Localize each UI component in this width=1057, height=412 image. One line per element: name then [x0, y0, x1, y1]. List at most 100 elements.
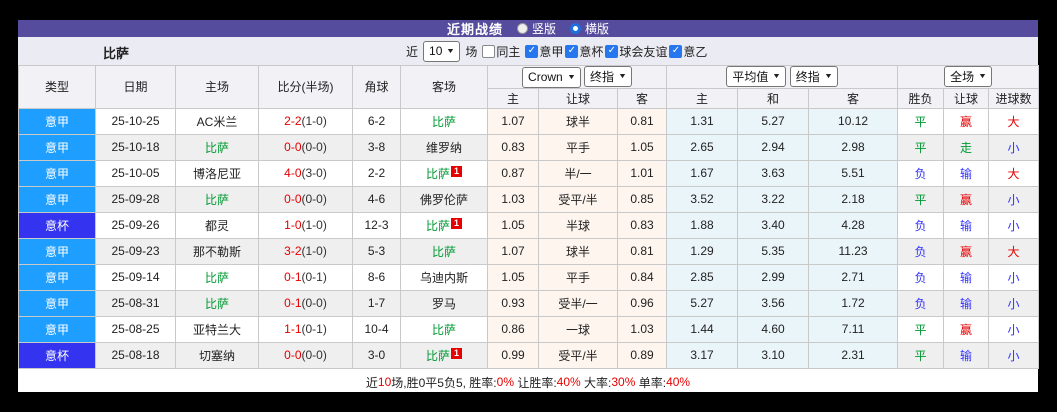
- crown-away-odds: 0.81: [616, 107, 668, 135]
- radio-horizontal-label[interactable]: 横版: [585, 20, 609, 37]
- bookmaker-select[interactable]: Crown ▼: [522, 66, 581, 88]
- chevron-down-icon: ▼: [978, 73, 988, 81]
- goals-result: 大: [988, 237, 1040, 265]
- avg-draw-odds: 4.60: [737, 315, 810, 343]
- avg-home-odds: 1.31: [666, 107, 739, 135]
- checkbox-checked-icon[interactable]: ✓: [565, 44, 579, 58]
- win-loss-result: 平: [897, 107, 945, 135]
- win-loss-result: 负: [897, 211, 945, 239]
- filters: 近 10 ▼ 场 同主 ✓ 意甲 ✓ 意杯 ✓ 球会友谊 ✓ 意乙: [406, 37, 707, 65]
- halftime-score: (0-0): [301, 348, 327, 362]
- handicap-result: 赢: [943, 185, 990, 213]
- summary-stat-label: 让胜率:: [513, 375, 557, 390]
- handicap-line: 平手: [538, 133, 618, 161]
- corner-cell: 8-6: [352, 263, 401, 291]
- fulltime-score: 1-0: [284, 218, 302, 232]
- radio-horizontal-layout[interactable]: 横版: [570, 20, 609, 37]
- table-row: 意甲 25-10-18 比萨 0-0(0-0) 3-8 维罗纳 0.83 平手 1.05 2.65…: [18, 133, 1040, 161]
- average-select[interactable]: 平均值 ▼: [726, 66, 787, 88]
- home-team-cell: 博洛尼亚: [175, 159, 259, 187]
- table-row: 意甲 25-08-31 比萨 0-1(0-0) 1-7 罗马 0.93 受半/一 0.96 5.2…: [18, 289, 1040, 317]
- crown-home-odds: 1.05: [487, 263, 539, 291]
- home-team-name: 亚特兰大: [192, 322, 241, 337]
- score-cell: 2-2(1-0): [258, 107, 353, 135]
- summary-stat-label: 场,胜0平5负5, 胜率:: [391, 375, 497, 390]
- fulltime-score: 0-1: [284, 270, 302, 284]
- col-header-date: 日期: [95, 65, 176, 109]
- checkbox-checked-icon[interactable]: ✓: [669, 44, 683, 58]
- filter-bar: 比萨 近 10 ▼ 场 同主 ✓ 意甲 ✓ 意杯 ✓ 球会友谊 ✓ 意乙: [18, 37, 1038, 65]
- games-label: 场: [465, 44, 478, 59]
- crown-away-odds: 0.89: [616, 341, 668, 369]
- col-header-home: 主场: [175, 65, 259, 109]
- halftime-score: (0-1): [301, 322, 327, 336]
- home-team-cell: 亚特兰大: [175, 315, 259, 343]
- league-filter-label: 球会友谊: [619, 44, 668, 59]
- league-cell: 意甲: [18, 107, 96, 135]
- avg-away-odds: 7.11: [808, 315, 899, 343]
- content-area: 近期战绩 竖版 横版 比萨 近 10 ▼ 场 同主 ✓ 意甲 ✓ 意杯 ✓ 球会…: [18, 20, 1040, 392]
- checkbox-unchecked-icon[interactable]: [482, 44, 496, 58]
- home-team-cell: 那不勒斯: [175, 237, 259, 265]
- halftime-score: (0-0): [301, 296, 327, 310]
- red-card-badge: 1: [451, 165, 462, 177]
- league-filter[interactable]: ✓ 意甲: [525, 43, 563, 60]
- handicap-line: 受平/半: [538, 341, 618, 369]
- away-team-cell: 比萨 1: [400, 341, 488, 369]
- summary-stat-label: 单率:: [635, 375, 667, 390]
- away-team-name: 佛罗伦萨: [419, 192, 468, 207]
- league-cell: 意甲: [18, 315, 96, 343]
- date-cell: 25-10-05: [95, 159, 176, 187]
- crown-stage-select[interactable]: 终指 ▼: [584, 66, 632, 87]
- avg-draw-odds: 3.40: [737, 211, 810, 239]
- fulltime-score: 0-0: [284, 348, 302, 362]
- league-cell: 意甲: [18, 289, 96, 317]
- fulltime-score: 0-1: [284, 296, 302, 310]
- avg-stage-select[interactable]: 终指 ▼: [789, 66, 838, 88]
- league-filter[interactable]: ✓ 球会友谊: [605, 43, 667, 60]
- table-row: 意甲 25-10-25 AC米兰 2-2(1-0) 6-2 比萨 1.07 球半 0.81 1.3…: [18, 107, 1040, 135]
- radio-vertical-label[interactable]: 竖版: [532, 20, 556, 37]
- crown-away-odds: 1.01: [616, 159, 668, 187]
- crown-home-odds: 1.07: [487, 107, 539, 135]
- crown-home-odds: 0.83: [487, 133, 539, 161]
- away-team-name: 比萨: [425, 166, 450, 181]
- handicap-result: 输: [943, 341, 990, 369]
- crown-home-odds: 0.93: [487, 289, 539, 317]
- result-scope-select[interactable]: 全场 ▼: [944, 66, 993, 88]
- radio-button-icon[interactable]: [570, 23, 581, 34]
- home-team-cell: 都灵: [175, 211, 259, 239]
- table-row: 意甲 25-09-23 那不勒斯 3-2(1-0) 5-3 比萨 1.07 球半 0.81 1.2…: [18, 237, 1040, 265]
- crown-away-odds: 1.03: [616, 315, 668, 343]
- halftime-score: (0-1): [301, 270, 327, 284]
- avg-home-odds: 1.88: [666, 211, 739, 239]
- checkbox-checked-icon[interactable]: ✓: [605, 44, 619, 58]
- fulltime-score: 3-2: [284, 244, 302, 258]
- league-cell: 意杯: [18, 211, 96, 239]
- recent-count-value: 10: [429, 44, 443, 58]
- league-filter[interactable]: ✓ 意乙: [669, 43, 707, 60]
- handicap-line: 受半/一: [538, 289, 618, 317]
- crown-home-odds: 0.86: [487, 315, 539, 343]
- radio-vertical-layout[interactable]: 竖版: [516, 20, 556, 37]
- avg-away-odds: 2.18: [808, 185, 899, 213]
- home-team-cell: 切塞纳: [175, 341, 259, 369]
- handicap-result: 输: [943, 159, 990, 187]
- home-team-name: 比萨: [204, 192, 229, 207]
- checkbox-checked-icon[interactable]: ✓: [525, 44, 539, 58]
- col-header-crown-away: 客: [616, 87, 668, 109]
- date-cell: 25-09-23: [95, 237, 176, 265]
- corner-cell: 3-8: [352, 133, 401, 161]
- same-home-filter[interactable]: 同主: [482, 43, 520, 60]
- win-loss-result: 负: [897, 263, 945, 291]
- handicap-line: 半/一: [538, 159, 618, 187]
- avg-away-odds: 5.51: [808, 159, 899, 187]
- league-filter[interactable]: ✓ 意杯: [565, 43, 603, 60]
- col-header-score: 比分(半场): [258, 65, 353, 109]
- radio-button-icon[interactable]: [516, 23, 528, 34]
- summary-stat-value: 30%: [611, 375, 636, 389]
- score-cell: 0-0(0-0): [258, 185, 353, 213]
- recent-count-select[interactable]: 10 ▼: [423, 40, 461, 62]
- fulltime-score: 1-1: [284, 322, 302, 336]
- fulltime-score: 2-2: [284, 114, 302, 128]
